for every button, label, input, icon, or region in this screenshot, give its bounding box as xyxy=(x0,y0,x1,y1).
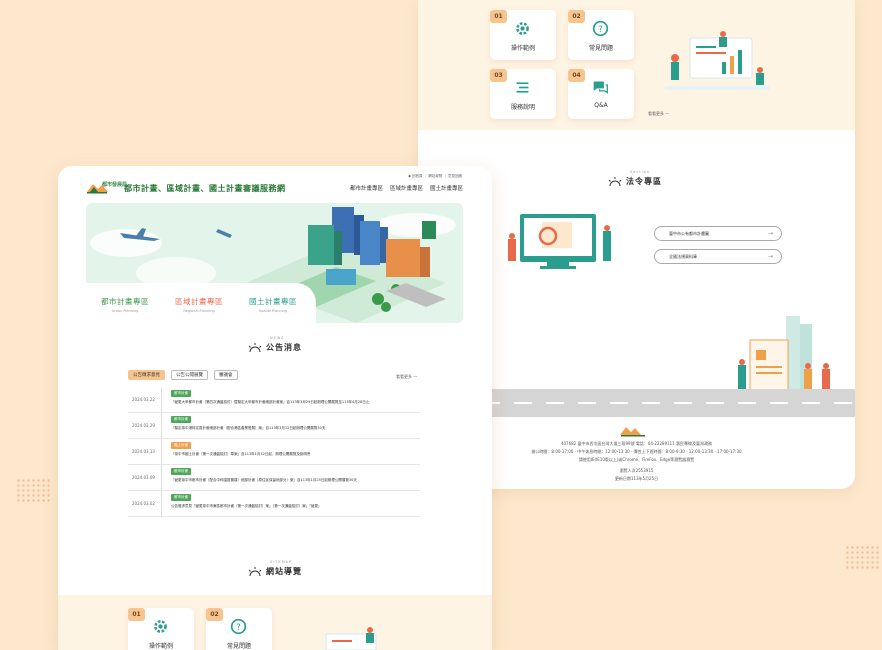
news-tag: 國土計畫 xyxy=(171,442,191,449)
more-link[interactable]: 看看更多 — xyxy=(396,374,417,380)
hero-tab-sublabel: Regional Planning xyxy=(183,309,215,313)
section-zh-label: 公告消息 xyxy=(266,343,302,352)
section-en-label: SITEMAP xyxy=(270,560,293,564)
dot-pattern-decoration xyxy=(845,545,881,571)
section-en-label: Section xyxy=(630,170,651,174)
news-date: 2024.03.13 xyxy=(132,449,155,454)
tile-label: 操作範例 xyxy=(510,45,535,52)
people-with-charts-illustration xyxy=(325,627,377,650)
city-workers-illustration xyxy=(738,316,830,400)
hero-tab-urban[interactable]: 都市計畫專區 Urban Planning xyxy=(90,296,160,313)
filter-tab-committee[interactable]: 審議會 xyxy=(214,370,238,380)
tile-number: 03 xyxy=(490,69,507,82)
tile-label: 常見問題 xyxy=(588,45,613,52)
tile-faq[interactable]: 02 ? 常見問題 xyxy=(568,10,634,60)
question-icon: ? xyxy=(230,618,247,635)
tile-number: 01 xyxy=(128,608,145,621)
sitemap-section-title: SITEMAP 網站導覽 xyxy=(248,560,302,577)
more-link-label: 看看更多 xyxy=(396,374,412,379)
tile-number: 02 xyxy=(568,10,585,23)
news-row[interactable]: 2024.03.29 都市計畫 『擬定臺中港特定區計畫細部計畫（配合港區產業發展… xyxy=(128,414,420,439)
law-button-label: 臺中市公有都市計畫圖 xyxy=(669,230,709,236)
faq-band xyxy=(418,0,855,130)
svg-text:?: ? xyxy=(598,25,603,35)
section-zh-label: 網站導覽 xyxy=(266,567,302,576)
tile-operation-example[interactable]: 01 操作範例 xyxy=(490,10,556,60)
list-icon xyxy=(516,82,529,93)
dot-pattern-decoration xyxy=(16,478,52,504)
news-tag: 都市計畫 xyxy=(171,390,191,397)
magnifier-monitor-illustration xyxy=(508,214,611,269)
news-title: 『擬定臺中港特定區計畫細部計畫（配合港區產業發展）案』自113年3月12日起辦理… xyxy=(171,426,326,430)
tile-faq[interactable]: 02 ? 常見問題 xyxy=(206,608,272,650)
tile-label: Q&A xyxy=(594,102,608,109)
section-en-label: NEWS xyxy=(270,336,285,340)
tile-label: 操作範例 xyxy=(148,643,173,650)
gear-icon xyxy=(154,620,167,633)
news-section-title: NEWS 公告消息 xyxy=(248,336,302,353)
people-with-charts-illustration xyxy=(665,31,770,90)
sunrise-icon xyxy=(248,566,262,576)
hero-tab-regional[interactable]: 區域計畫專區 Regional Planning xyxy=(164,296,234,313)
news-title: 『臺中市國土計畫（第一次通盤檢討）草案』自113年1月12日起，辦理公開展覽及說… xyxy=(171,452,311,456)
news-tag: 都市計畫 xyxy=(171,416,191,423)
news-filter-tabs: 公告徵求意見 公告公開展覽 審議會 xyxy=(128,370,238,380)
law-button-label: 全國法規資料庫 xyxy=(669,253,697,259)
question-icon: ? xyxy=(592,20,609,37)
news-title: 『變更大甲都市計畫（第四次通盤檢討）暨擬定大甲都市計畫細部計畫案』自113年3月… xyxy=(171,400,370,404)
svg-text:?: ? xyxy=(236,623,241,633)
front-page-preview: ◆ 回首頁 ｜ 網站導覽 ｜ 意見回饋 都市發展局 都市計畫、區域計畫、國土計畫… xyxy=(58,166,492,650)
news-row[interactable]: 2024.03.13 國土計畫 『臺中市國土計畫（第一次通盤檢討）草案』自113… xyxy=(128,440,420,465)
section-zh-label: 法令專區 xyxy=(626,177,662,186)
law-button-national-regulations[interactable]: 全國法規資料庫 → xyxy=(654,249,782,264)
tile-operation-example[interactable]: 01 操作範例 xyxy=(128,608,194,650)
more-link[interactable]: 看看更多 — xyxy=(648,111,669,117)
chat-icon xyxy=(593,81,608,94)
news-date: 2024.03.02 xyxy=(132,501,155,506)
news-row[interactable]: 2024.03.09 都市計畫 『變更臺中市都市計畫（配合中科園區擴建）細部計畫… xyxy=(128,466,420,491)
law-button-urban-plan-map[interactable]: 臺中市公有都市計畫圖 → xyxy=(654,226,782,241)
nav-urban-planning[interactable]: 都市計畫專區 xyxy=(350,184,383,192)
tile-label: 服務說明 xyxy=(510,104,535,111)
tile-number: 01 xyxy=(490,10,507,23)
filter-tab-exhibition[interactable]: 公告公開展覽 xyxy=(171,370,208,380)
news-date: 2024.03.09 xyxy=(132,475,155,480)
hero-tab-label: 國土計畫專區 xyxy=(249,297,297,306)
nav-spatial-planning[interactable]: 國土計畫專區 xyxy=(430,184,463,192)
news-row[interactable]: 2024.03.02 都市計畫 公告徵求意見『變更臺中市東區都市計畫（第一次通盤… xyxy=(128,492,420,517)
tile-service-info[interactable]: 03 服務說明 xyxy=(490,69,556,119)
news-date: 2024.03.29 xyxy=(132,423,155,428)
hero-tab-sublabel: Spatial Planning xyxy=(258,309,288,313)
hero-tab-label: 區域計畫專區 xyxy=(175,297,223,306)
tile-qa[interactable]: 04 Q&A xyxy=(568,69,634,119)
sunrise-icon xyxy=(608,176,622,186)
tile-label: 常見問題 xyxy=(226,643,251,650)
more-link-label: 看看更多 xyxy=(648,111,664,116)
filter-tab-opinion[interactable]: 公告徵求意見 xyxy=(128,370,165,380)
faq-band xyxy=(58,595,492,650)
gear-icon xyxy=(516,22,529,35)
news-tag: 都市計畫 xyxy=(171,494,191,501)
sunrise-icon xyxy=(248,342,262,352)
news-date: 2024.03.22 xyxy=(132,397,155,402)
news-row[interactable]: 2024.03.22 都市計畫 『變更大甲都市計畫（第四次通盤檢討）暨擬定大甲都… xyxy=(128,388,420,413)
news-title: 公告徵求意見『變更臺中市東區都市計畫（第一次通盤檢討）案』（第一次通盤檢討）案」… xyxy=(171,504,322,508)
tile-number: 04 xyxy=(568,69,585,82)
nav-regional-planning[interactable]: 區域計畫專區 xyxy=(390,184,423,192)
top-utility-links[interactable]: ◆ 回首頁 ｜ 網站導覽 ｜ 意見回饋 xyxy=(408,174,462,179)
news-tag: 都市計畫 xyxy=(171,468,191,475)
hero-tab-label: 都市計畫專區 xyxy=(101,297,149,306)
footer-logo xyxy=(618,422,648,437)
law-section-title: Section 法令專區 xyxy=(608,170,662,187)
arrow-right-icon: → xyxy=(767,230,773,237)
hero-tab-spatial[interactable]: 國土計畫專區 Spatial Planning xyxy=(238,296,308,313)
arrow-right-icon: → xyxy=(767,253,773,260)
news-title: 『變更臺中市都市計畫（配合中科園區擴建）細部計畫（原住民保留地部分）案』自113… xyxy=(171,478,357,482)
tile-number: 02 xyxy=(206,608,223,621)
hero-tab-sublabel: Urban Planning xyxy=(111,309,139,313)
site-title: 都市計畫、區域計畫、國土計畫審議服務網 xyxy=(124,184,286,193)
